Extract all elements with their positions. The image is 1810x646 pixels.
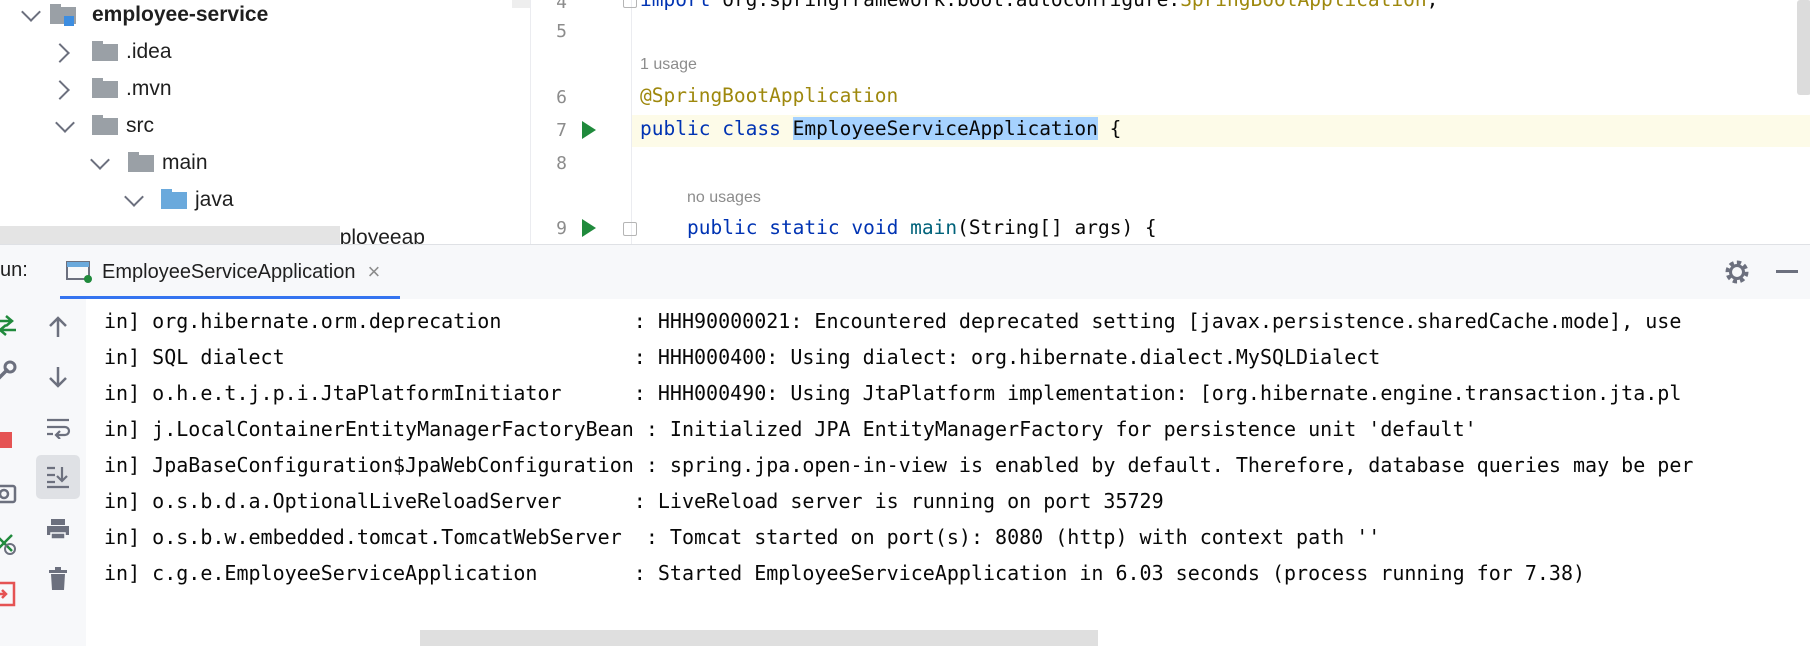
tree-item-label: java (195, 188, 234, 211)
project-tree-panel: employee-service .idea .mvn src main jav… (0, 0, 530, 244)
rerun-icon[interactable] (0, 313, 18, 337)
module-badge-icon (64, 16, 74, 26)
imported-class: SpringBootApplication (1180, 0, 1427, 11)
log-line: in] o.s.b.w.embedded.tomcat.TomcatWebSer… (104, 525, 1381, 549)
tree-item-main[interactable]: main (0, 145, 520, 181)
editor-vertical-scrollbar[interactable] (1797, 0, 1810, 95)
tree-item-mvn[interactable]: .mvn (0, 71, 520, 107)
log-line: in] j.LocalContainerEntityManagerFactory… (104, 417, 1477, 441)
keyword: public (687, 216, 758, 239)
folder-icon (128, 152, 154, 172)
method-params: (String[] args) { (957, 216, 1157, 239)
folder-icon (92, 78, 118, 98)
stop-icon[interactable] (0, 432, 12, 448)
chevron-down-icon[interactable] (90, 150, 110, 170)
run-tool-window-header: un: EmployeeServiceApplication × (0, 244, 1810, 300)
scroll-down-icon[interactable] (38, 357, 78, 397)
chevron-right-icon[interactable] (50, 43, 70, 63)
restore-layout-icon[interactable] (0, 531, 18, 557)
console-output[interactable]: in] org.hibernate.orm.deprecation : HHH9… (86, 299, 1810, 646)
chevron-down-icon[interactable] (21, 2, 41, 22)
tree-item-label: employee-service (92, 3, 269, 26)
tree-horizontal-scrollbar[interactable] (0, 226, 340, 244)
panel-divider[interactable] (512, 0, 530, 8)
chevron-down-icon[interactable] (124, 187, 144, 207)
gear-icon[interactable] (1723, 258, 1751, 286)
usage-hint[interactable]: no usages (687, 189, 761, 207)
run-label: un: (0, 259, 28, 281)
line-number: 5 (556, 21, 567, 42)
application-config-icon (66, 261, 92, 283)
chevron-right-icon[interactable] (50, 80, 70, 100)
wrench-icon[interactable] (0, 359, 18, 383)
folder-icon (92, 115, 118, 135)
code-line-4: import org.springframework.boot.autoconf… (640, 0, 1438, 11)
print-icon[interactable] (38, 509, 78, 549)
minimize-icon[interactable] (1776, 270, 1798, 273)
tree-item-label: main (162, 151, 208, 174)
tree-item-employee-service[interactable]: employee-service (0, 0, 520, 34)
folder-icon (92, 41, 118, 61)
log-line: in] o.s.b.d.a.OptionalLiveReloadServer :… (104, 489, 1164, 513)
tree-item-label: src (126, 114, 154, 137)
code-line-7: public class EmployeeServiceApplication … (640, 117, 1121, 140)
tree-item-label: .mvn (126, 77, 172, 100)
keyword: public (640, 117, 711, 140)
soft-wrap-icon[interactable] (38, 407, 78, 447)
editor-gutter: 4 5 6 7 8 9 (531, 0, 637, 244)
tree-item-src[interactable]: src (0, 108, 520, 144)
keyword: void (851, 216, 899, 239)
class-name-selected[interactable]: EmployeeServiceApplication (792, 117, 1098, 140)
run-tab-label: EmployeeServiceApplication (102, 260, 356, 283)
tree-item-label: .idea (126, 40, 172, 63)
run-actions-strip (0, 299, 31, 646)
method-name: main (910, 216, 958, 239)
run-gutter-icon[interactable] (582, 219, 596, 237)
scroll-up-icon[interactable] (38, 307, 78, 347)
scroll-to-end-icon[interactable] (36, 455, 80, 499)
line-number: 8 (556, 153, 567, 174)
console-tools-strip (30, 299, 87, 646)
line-number: 4 (556, 0, 567, 13)
close-icon[interactable]: × (367, 259, 380, 285)
brace: { (1109, 117, 1122, 140)
chevron-down-icon[interactable] (55, 113, 75, 133)
fold-icon[interactable] (623, 222, 637, 236)
source-folder-icon (161, 189, 187, 209)
trash-icon[interactable] (38, 559, 78, 599)
log-line: in] c.g.e.EmployeeServiceApplication : S… (104, 561, 1586, 585)
console-horizontal-scrollbar[interactable] (420, 630, 1098, 646)
camera-icon[interactable] (0, 481, 18, 505)
line-number: 9 (556, 218, 567, 239)
annotation-line: @SpringBootApplication (640, 84, 899, 107)
run-tab[interactable]: EmployeeServiceApplication × (60, 253, 380, 291)
import-statement: org.springframework.boot.autoconfigure.S… (722, 0, 1438, 11)
fold-icon[interactable] (623, 0, 637, 8)
keyword: class (722, 117, 781, 140)
log-line: in] JpaBaseConfiguration$JpaWebConfigura… (104, 453, 1694, 477)
run-gutter-icon[interactable] (582, 121, 596, 139)
log-line: in] org.hibernate.orm.deprecation : HHH9… (104, 309, 1682, 333)
keyword: static (769, 216, 840, 239)
code-line-9: public static void main(String[] args) { (687, 216, 1157, 239)
usage-hint[interactable]: 1 usage (640, 56, 697, 74)
log-line: in] o.h.e.t.j.p.i.JtaPlatformInitiator :… (104, 381, 1682, 405)
line-number: 6 (556, 87, 567, 108)
exit-icon[interactable] (0, 581, 18, 607)
tree-item-java[interactable]: java (0, 182, 520, 218)
code-editor[interactable]: 4 5 6 7 8 9 import org.springframework.b… (530, 0, 1810, 244)
log-line: in] SQL dialect : HHH000400: Using diale… (104, 345, 1381, 369)
tree-item-idea[interactable]: .idea (0, 34, 520, 70)
line-number: 7 (556, 120, 567, 141)
